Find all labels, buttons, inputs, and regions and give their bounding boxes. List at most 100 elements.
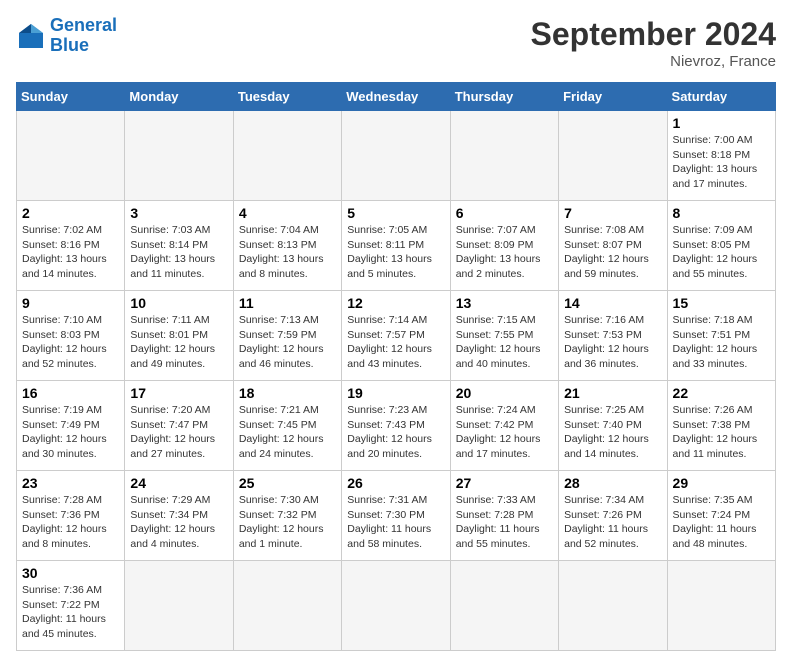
day-number: 16 [22, 385, 119, 401]
day-number: 1 [673, 115, 770, 131]
day-info: Sunrise: 7:11 AMSunset: 8:01 PMDaylight:… [130, 313, 227, 372]
calendar-cell: 18 Sunrise: 7:21 AMSunset: 7:45 PMDayligh… [233, 381, 341, 471]
day-info: Sunrise: 7:24 AMSunset: 7:42 PMDaylight:… [456, 403, 553, 462]
col-wednesday: Wednesday [342, 83, 450, 111]
calendar-cell [125, 111, 233, 201]
col-tuesday: Tuesday [233, 83, 341, 111]
calendar-cell [559, 111, 667, 201]
calendar-cell [667, 561, 775, 651]
day-info: Sunrise: 7:14 AMSunset: 7:57 PMDaylight:… [347, 313, 444, 372]
calendar-cell: 9 Sunrise: 7:10 AMSunset: 8:03 PMDaylight… [17, 291, 125, 381]
day-number: 28 [564, 475, 661, 491]
day-number: 10 [130, 295, 227, 311]
calendar-cell: 19 Sunrise: 7:23 AMSunset: 7:43 PMDayligh… [342, 381, 450, 471]
calendar-cell [233, 111, 341, 201]
col-sunday: Sunday [17, 83, 125, 111]
day-info: Sunrise: 7:10 AMSunset: 8:03 PMDaylight:… [22, 313, 119, 372]
day-info: Sunrise: 7:08 AMSunset: 8:07 PMDaylight:… [564, 223, 661, 282]
calendar-cell [342, 111, 450, 201]
calendar-cell: 25Sunrise: 7:30 AMSunset: 7:32 PMDayligh… [233, 471, 341, 561]
day-number: 18 [239, 385, 336, 401]
calendar-table: Sunday Monday Tuesday Wednesday Thursday… [16, 82, 776, 651]
day-info: Sunrise: 7:36 AMSunset: 7:22 PMDaylight:… [22, 583, 119, 642]
day-info: Sunrise: 7:30 AMSunset: 7:32 PMDaylight:… [239, 493, 336, 552]
day-number: 19 [347, 385, 444, 401]
col-saturday: Saturday [667, 83, 775, 111]
day-info: Sunrise: 7:28 AMSunset: 7:36 PMDaylight:… [22, 493, 119, 552]
location: Nievroz, France [531, 53, 776, 70]
calendar-row: 16Sunrise: 7:19 AMSunset: 7:49 PMDayligh… [17, 381, 776, 471]
day-number: 17 [130, 385, 227, 401]
calendar-cell: 28 Sunrise: 7:34 AMSunset: 7:26 PMDayligh… [559, 471, 667, 561]
day-info: Sunrise: 7:34 AMSunset: 7:26 PMDaylight:… [564, 493, 661, 552]
day-info: Sunrise: 7:31 AMSunset: 7:30 PMDaylight:… [347, 493, 444, 552]
page-header: General Blue September 2024 Nievroz, Fra… [16, 16, 776, 70]
day-info: Sunrise: 7:26 AMSunset: 7:38 PMDaylight:… [673, 403, 770, 462]
day-number: 26 [347, 475, 444, 491]
calendar-cell: 30 Sunrise: 7:36 AMSunset: 7:22 PMDayligh… [17, 561, 125, 651]
day-number: 23 [22, 475, 119, 491]
calendar-cell [342, 561, 450, 651]
day-number: 12 [347, 295, 444, 311]
day-info: Sunrise: 7:05 AMSunset: 8:11 PMDaylight:… [347, 223, 444, 282]
calendar-cell [450, 561, 558, 651]
day-number: 2 [22, 205, 119, 221]
day-info: Sunrise: 7:29 AMSunset: 7:34 PMDaylight:… [130, 493, 227, 552]
day-info: Sunrise: 7:00 AMSunset: 8:18 PMDaylight:… [673, 133, 770, 192]
day-info: Sunrise: 7:33 AMSunset: 7:28 PMDaylight:… [456, 493, 553, 552]
day-number: 3 [130, 205, 227, 221]
calendar-cell: 11Sunrise: 7:13 AMSunset: 7:59 PMDayligh… [233, 291, 341, 381]
day-info: Sunrise: 7:13 AMSunset: 7:59 PMDaylight:… [239, 313, 336, 372]
day-number: 29 [673, 475, 770, 491]
calendar-cell: 6 Sunrise: 7:07 AMSunset: 8:09 PMDaylight… [450, 201, 558, 291]
calendar-cell: 21 Sunrise: 7:25 AMSunset: 7:40 PMDayligh… [559, 381, 667, 471]
title-block: September 2024 Nievroz, France [531, 16, 776, 70]
calendar-cell: 17Sunrise: 7:20 AMSunset: 7:47 PMDayligh… [125, 381, 233, 471]
day-info: Sunrise: 7:23 AMSunset: 7:43 PMDaylight:… [347, 403, 444, 462]
day-info: Sunrise: 7:04 AMSunset: 8:13 PMDaylight:… [239, 223, 336, 282]
day-info: Sunrise: 7:07 AMSunset: 8:09 PMDaylight:… [456, 223, 553, 282]
calendar-cell: 23 Sunrise: 7:28 AMSunset: 7:36 PMDayligh… [17, 471, 125, 561]
day-info: Sunrise: 7:25 AMSunset: 7:40 PMDaylight:… [564, 403, 661, 462]
calendar-cell [17, 111, 125, 201]
day-info: Sunrise: 7:03 AMSunset: 8:14 PMDaylight:… [130, 223, 227, 282]
calendar-cell: 10 Sunrise: 7:11 AMSunset: 8:01 PMDayligh… [125, 291, 233, 381]
day-info: Sunrise: 7:09 AMSunset: 8:05 PMDaylight:… [673, 223, 770, 282]
calendar-cell: 2 Sunrise: 7:02 AMSunset: 8:16 PMDaylight… [17, 201, 125, 291]
calendar-cell: 12 Sunrise: 7:14 AMSunset: 7:57 PMDayligh… [342, 291, 450, 381]
calendar-cell: 24 Sunrise: 7:29 AMSunset: 7:34 PMDayligh… [125, 471, 233, 561]
calendar-cell: 8 Sunrise: 7:09 AMSunset: 8:05 PMDaylight… [667, 201, 775, 291]
header-row: Sunday Monday Tuesday Wednesday Thursday… [17, 83, 776, 111]
calendar-cell [559, 561, 667, 651]
calendar-cell: 1 Sunrise: 7:00 AMSunset: 8:18 PMDaylight… [667, 111, 775, 201]
day-number: 22 [673, 385, 770, 401]
calendar-cell: 22 Sunrise: 7:26 AMSunset: 7:38 PMDayligh… [667, 381, 775, 471]
day-number: 21 [564, 385, 661, 401]
day-info: Sunrise: 7:21 AMSunset: 7:45 PMDaylight:… [239, 403, 336, 462]
day-number: 20 [456, 385, 553, 401]
day-number: 4 [239, 205, 336, 221]
day-number: 24 [130, 475, 227, 491]
calendar-row: 9 Sunrise: 7:10 AMSunset: 8:03 PMDaylight… [17, 291, 776, 381]
calendar-cell [233, 561, 341, 651]
day-number: 8 [673, 205, 770, 221]
day-info: Sunrise: 7:02 AMSunset: 8:16 PMDaylight:… [22, 223, 119, 282]
calendar-cell: 27Sunrise: 7:33 AMSunset: 7:28 PMDayligh… [450, 471, 558, 561]
day-number: 6 [456, 205, 553, 221]
day-number: 30 [22, 565, 119, 581]
day-info: Sunrise: 7:16 AMSunset: 7:53 PMDaylight:… [564, 313, 661, 372]
logo: General Blue [16, 16, 117, 56]
col-friday: Friday [559, 83, 667, 111]
calendar-cell: 14Sunrise: 7:16 AMSunset: 7:53 PMDayligh… [559, 291, 667, 381]
calendar-body: 1 Sunrise: 7:00 AMSunset: 8:18 PMDaylight… [17, 111, 776, 651]
calendar-cell: 4 Sunrise: 7:04 AMSunset: 8:13 PMDaylight… [233, 201, 341, 291]
day-number: 13 [456, 295, 553, 311]
calendar-cell: 7Sunrise: 7:08 AMSunset: 8:07 PMDaylight… [559, 201, 667, 291]
calendar-cell: 3 Sunrise: 7:03 AMSunset: 8:14 PMDaylight… [125, 201, 233, 291]
day-number: 9 [22, 295, 119, 311]
day-number: 5 [347, 205, 444, 221]
calendar-cell: 29Sunrise: 7:35 AMSunset: 7:24 PMDayligh… [667, 471, 775, 561]
calendar-row: 2 Sunrise: 7:02 AMSunset: 8:16 PMDaylight… [17, 201, 776, 291]
calendar-cell: 15Sunrise: 7:18 AMSunset: 7:51 PMDayligh… [667, 291, 775, 381]
col-monday: Monday [125, 83, 233, 111]
